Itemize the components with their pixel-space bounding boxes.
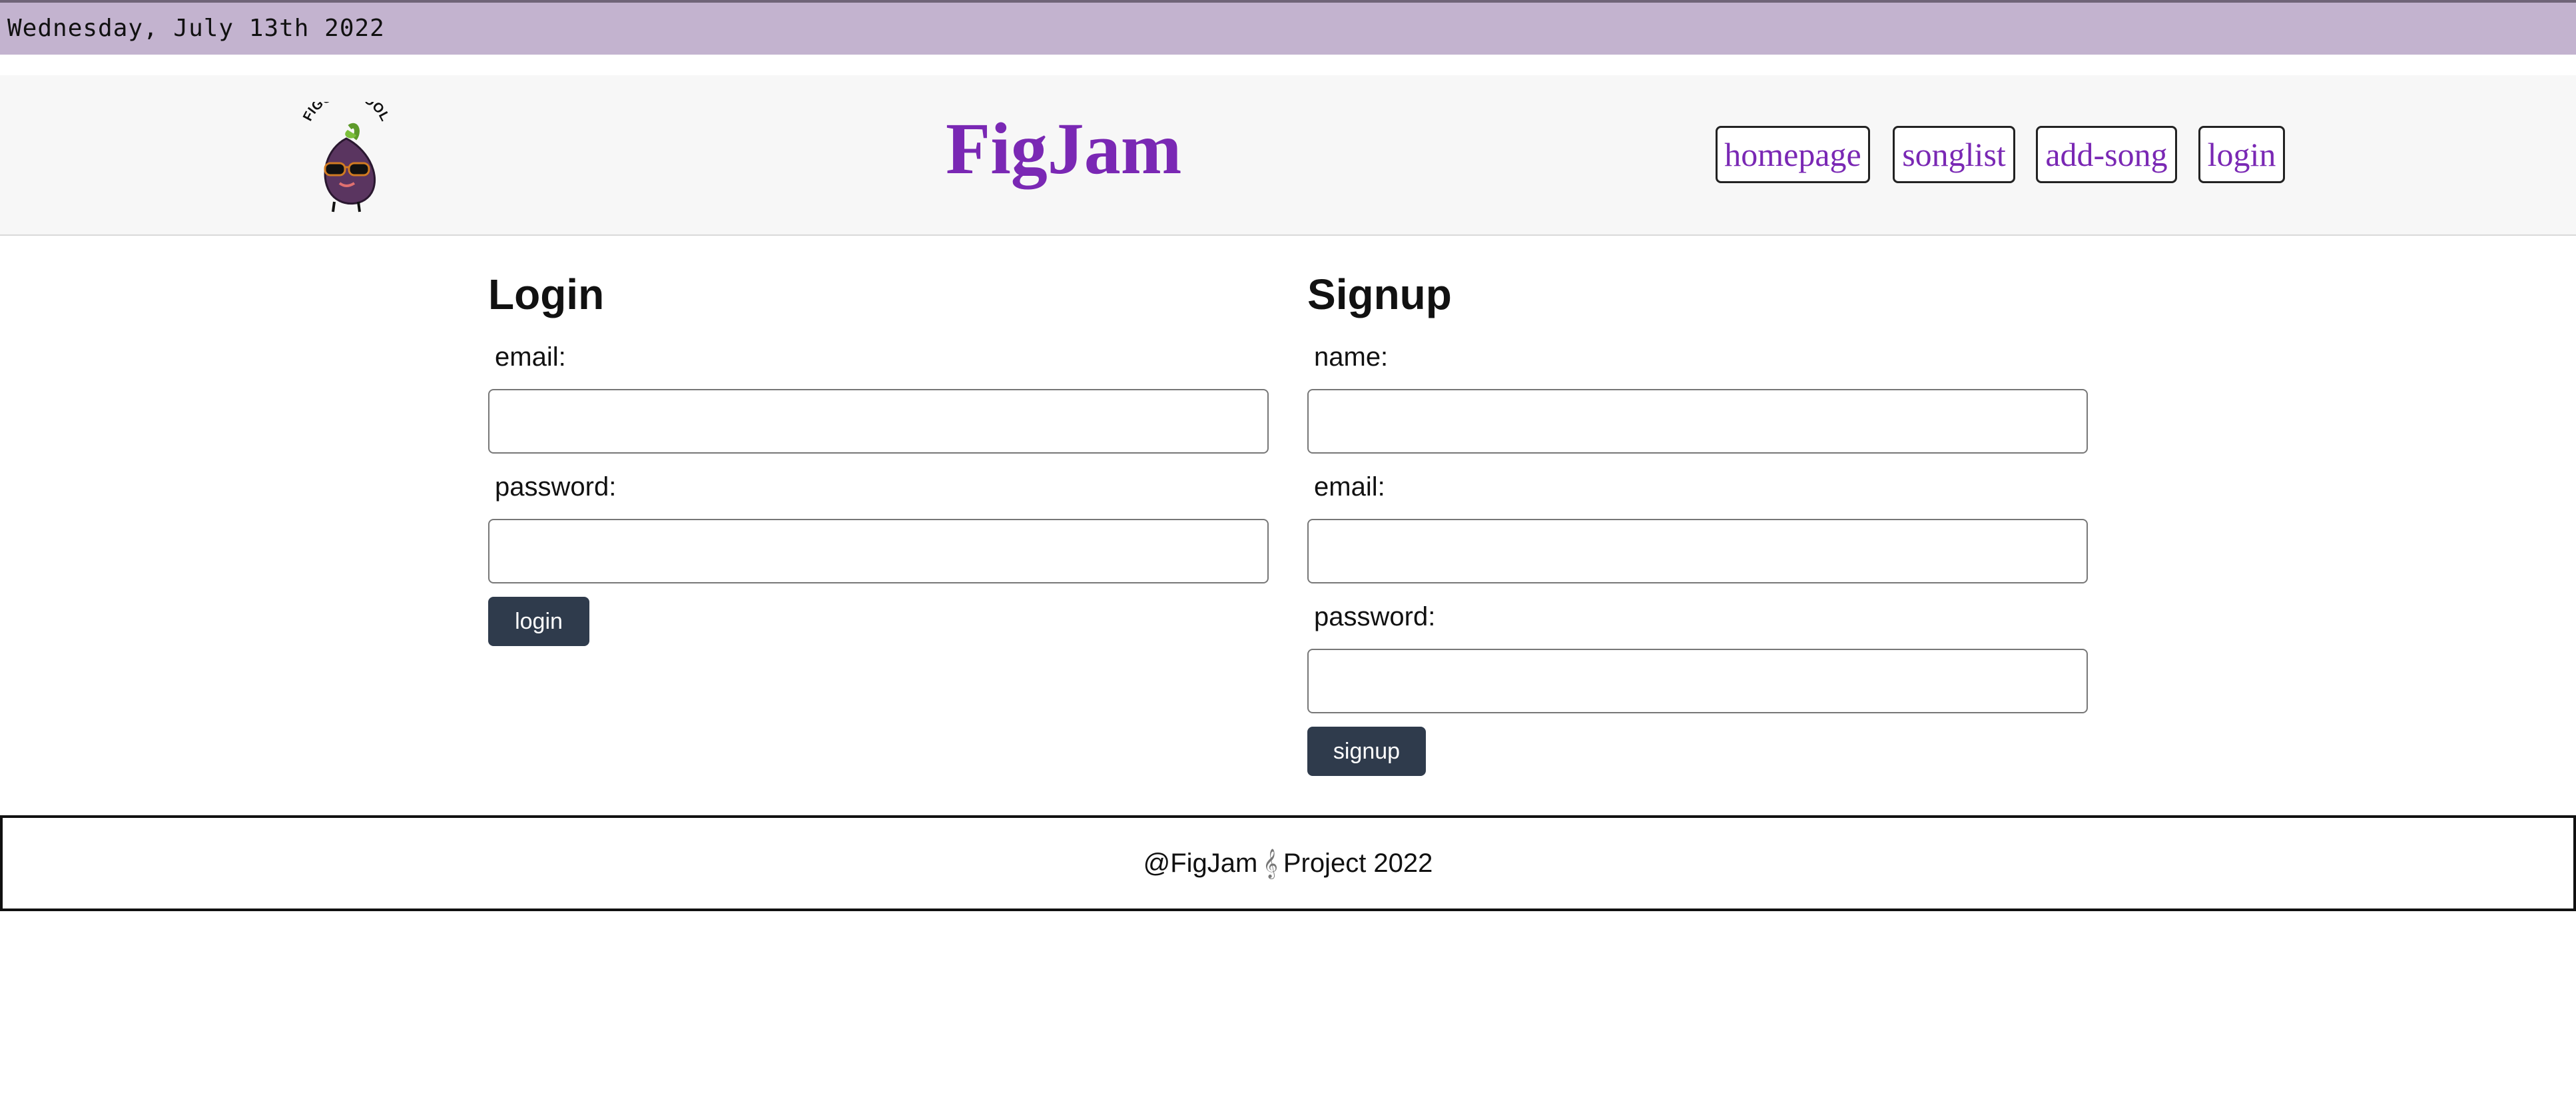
site-footer: @FigJam 𝄞 Project 2022 bbox=[0, 815, 2576, 911]
signup-password-label: password: bbox=[1314, 602, 1436, 631]
logo-text: FIGGIN' COOL bbox=[300, 87, 392, 124]
music-note-icon: 𝄞 bbox=[1263, 848, 1278, 878]
signup-form: Signup name: email: password: signup bbox=[1307, 273, 2088, 776]
login-password-field[interactable] bbox=[488, 519, 1269, 583]
login-title: Login bbox=[488, 270, 605, 318]
signup-title: Signup bbox=[1307, 270, 1452, 318]
signup-email-field[interactable] bbox=[1307, 519, 2088, 583]
login-password-label: password: bbox=[495, 472, 617, 502]
login-form: Login email: password: login bbox=[488, 273, 1269, 646]
main-nav: homepage songlist add-song login bbox=[0, 126, 2576, 186]
login-email-label: email: bbox=[495, 342, 566, 372]
footer-project: Project 2022 bbox=[1283, 848, 1433, 878]
site-header: FIGGIN' COOL FigJam homepage songlist ad… bbox=[0, 75, 2576, 236]
nav-add-song-link[interactable]: add-song bbox=[2036, 126, 2177, 183]
nav-songlist-link[interactable]: songlist bbox=[1893, 126, 2015, 183]
signup-name-label: name: bbox=[1314, 342, 1389, 372]
login-email-field[interactable] bbox=[488, 389, 1269, 454]
current-date: Wednesday, July 13th 2022 bbox=[7, 15, 385, 42]
svg-text:FIGGIN' COOL: FIGGIN' COOL bbox=[300, 102, 392, 123]
signup-password-field[interactable] bbox=[1307, 649, 2088, 713]
nav-homepage-link[interactable]: homepage bbox=[1716, 126, 1870, 183]
signup-button[interactable]: signup bbox=[1307, 727, 1426, 776]
date-bar: Wednesday, July 13th 2022 bbox=[0, 0, 2576, 55]
signup-email-label: email: bbox=[1314, 472, 1385, 502]
footer-handle: @FigJam bbox=[1143, 848, 1258, 878]
login-button[interactable]: login bbox=[488, 597, 589, 646]
signup-name-field[interactable] bbox=[1307, 389, 2088, 454]
nav-login-link[interactable]: login bbox=[2198, 126, 2285, 183]
